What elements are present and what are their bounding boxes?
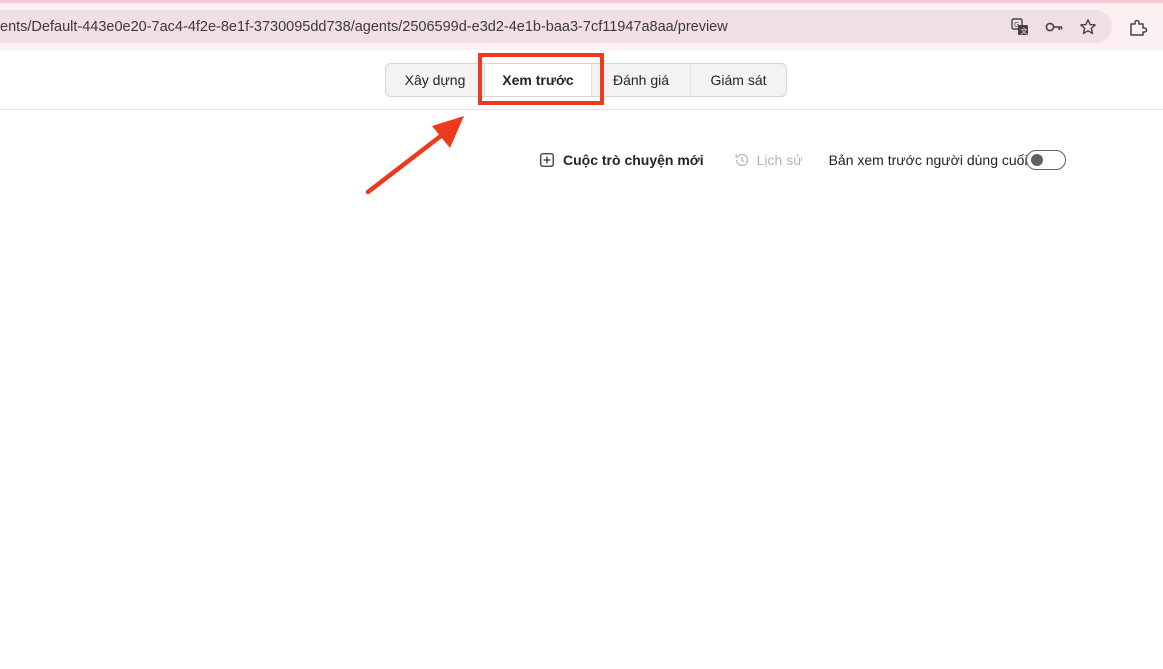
annotation-arrow (365, 116, 464, 195)
tab-preview[interactable]: Xem trước (485, 64, 592, 96)
toggle-knob (1031, 154, 1043, 166)
history-icon (735, 153, 748, 167)
tab-build[interactable]: Xây dựng (386, 64, 485, 96)
history-button[interactable]: Lịch sử (734, 152, 803, 168)
star-icon[interactable] (1078, 17, 1098, 37)
address-bar-icons: G 文 (1010, 10, 1098, 43)
svg-text:G: G (1014, 21, 1019, 29)
header-divider (0, 109, 1163, 110)
history-label: Lịch sử (756, 152, 803, 168)
plus-square-icon (540, 153, 554, 167)
preview-toolbar: Cuộc trò chuyện mới Lịch sử Bản xem trướ… (540, 148, 1067, 172)
new-chat-label: Cuộc trò chuyện mới (563, 152, 704, 168)
end-user-preview-label: Bản xem trước người dùng cuối (828, 152, 1028, 168)
key-icon[interactable] (1044, 17, 1064, 37)
tab-monitor[interactable]: Giám sát (691, 64, 786, 96)
tab-evaluate[interactable]: Đánh giá (592, 64, 691, 96)
svg-text:文: 文 (1021, 26, 1028, 35)
address-bar[interactable]: ents/Default-443e0e20-7ac4-4f2e-8e1f-373… (0, 10, 1112, 43)
new-chat-button[interactable]: Cuộc trò chuyện mới (540, 152, 704, 168)
translate-icon[interactable]: G 文 (1010, 17, 1030, 37)
end-user-preview-toggle[interactable] (1026, 150, 1066, 170)
agent-tab-bar: Xây dựng Xem trước Đánh giá Giám sát (385, 63, 787, 97)
url-text[interactable]: ents/Default-443e0e20-7ac4-4f2e-8e1f-373… (0, 19, 990, 35)
browser-toolbar: ents/Default-443e0e20-7ac4-4f2e-8e1f-373… (0, 0, 1163, 50)
extensions-icon[interactable] (1128, 18, 1148, 38)
